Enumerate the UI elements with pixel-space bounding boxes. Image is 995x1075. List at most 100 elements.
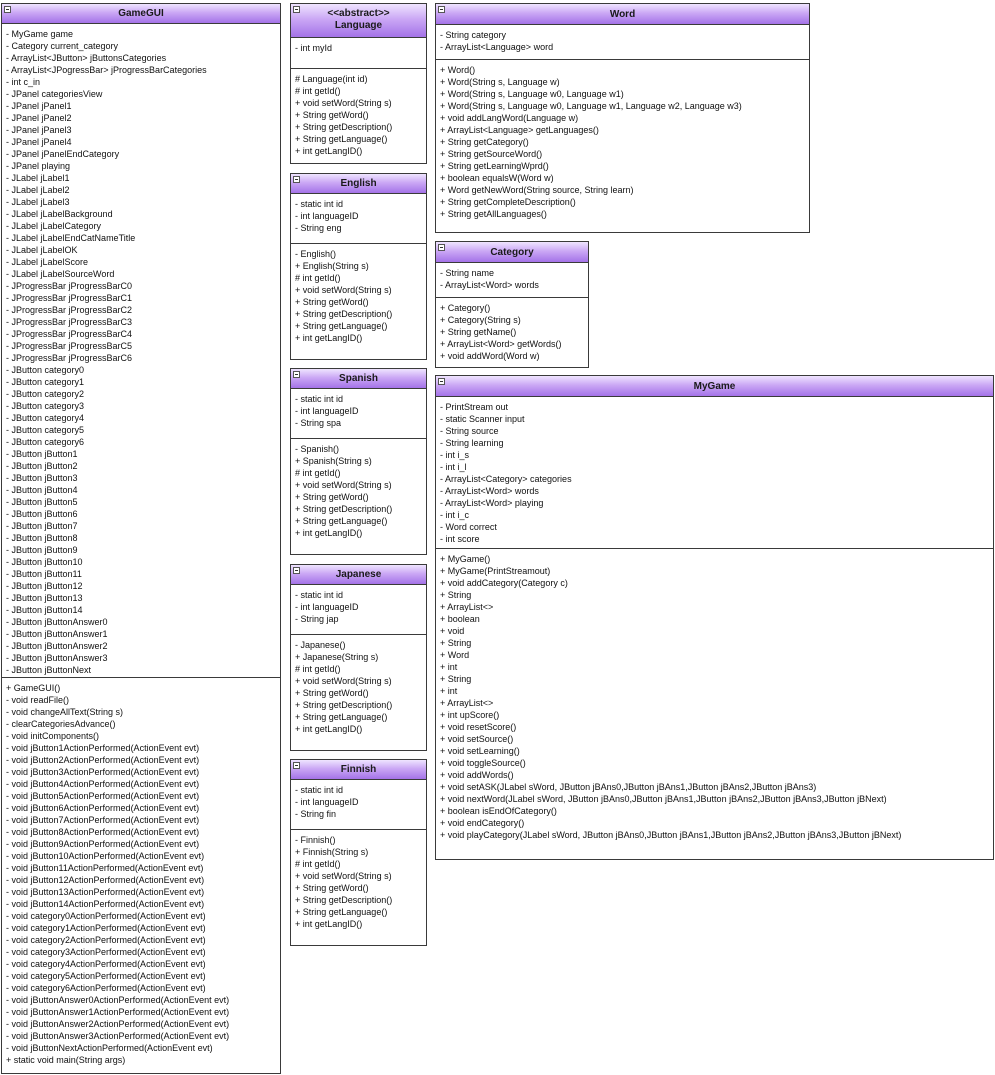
method-line: - void category3ActionPerformed(ActionEv… — [6, 947, 206, 957]
attribute-line: - String category — [440, 30, 507, 40]
attribute-line: - JPanel jPanel2 — [6, 113, 72, 123]
method-line: - void jButton5ActionPerformed(ActionEve… — [6, 791, 200, 801]
attribute-line: - ArrayList<JButton> jButtonsCategories — [6, 53, 167, 63]
attribute-line: - JPanel jPanel3 — [6, 125, 72, 135]
attributes-section: - static int id - int languageID - String … — [291, 780, 426, 830]
attribute-line: - PrintStream out — [440, 402, 509, 412]
attribute-line: - JLabel jLabel1 — [6, 173, 70, 183]
attribute-line: - static Scanner input — [440, 414, 525, 424]
attributes-section: - String name - ArrayList<Word> words — [436, 263, 588, 298]
method-line: + int getLangID() — [295, 919, 363, 929]
attribute-line: - ArrayList<Word> words — [440, 486, 539, 496]
collapse-icon[interactable] — [293, 6, 300, 13]
attribute-line: - Word correct — [440, 522, 497, 532]
method-line: - clearCategoriesAdvance() — [6, 719, 116, 729]
method-line: - Japanese() — [295, 640, 346, 650]
methods-section: - Finnish() + Finnish(String s) # int getI… — [291, 830, 426, 933]
class-header[interactable]: Spanish — [291, 369, 426, 389]
collapse-icon[interactable] — [438, 378, 445, 385]
method-line: + String getWord() — [295, 688, 369, 698]
method-line: # int getId() — [295, 273, 341, 283]
attribute-line: - int c_in — [6, 77, 41, 87]
attributes-section: - static int id - int languageID - String … — [291, 389, 426, 439]
class-header[interactable]: English — [291, 174, 426, 194]
class-gamegui[interactable]: GameGUI - MyGame game - Category current_… — [1, 3, 281, 1074]
class-japanese[interactable]: Japanese - static int id - int languageID… — [290, 564, 427, 751]
method-line: - Spanish() — [295, 444, 340, 454]
class-header[interactable]: Finnish — [291, 760, 426, 780]
method-line: + void nextWord(JLabel sWord, JButton jB… — [440, 794, 887, 804]
attribute-line: - int languageID — [295, 211, 359, 221]
class-header[interactable]: Category — [436, 242, 588, 263]
method-line: + ArrayList<Word> getWords() — [440, 339, 562, 349]
collapse-icon[interactable] — [438, 6, 445, 13]
attribute-line: - JPanel playing — [6, 161, 71, 171]
method-line: - void jButton4ActionPerformed(ActionEve… — [6, 779, 200, 789]
attribute-line: - JProgressBar jProgressBarC5 — [6, 341, 133, 351]
method-line: - Finnish() — [295, 835, 336, 845]
attribute-line: - static int id — [295, 199, 344, 209]
attribute-line: - JButton jButton8 — [6, 533, 78, 543]
method-line: - void jButtonAnswer0ActionPerformed(Act… — [6, 995, 230, 1005]
attribute-line: - static int id — [295, 394, 344, 404]
class-name: GameGUI — [118, 8, 164, 19]
method-line: + String getWord() — [295, 883, 369, 893]
method-line: + void addWord(Word w) — [440, 351, 540, 361]
method-line: + MyGame(PrintStreamout) — [440, 566, 551, 576]
methods-section: - Japanese() + Japanese(String s) # int ge… — [291, 635, 426, 738]
methods-section: + Category() + Category(String s) + String… — [436, 298, 588, 365]
collapse-icon[interactable] — [438, 244, 445, 251]
class-language[interactable]: <<abstract>> Language - int myId # Langu… — [290, 3, 427, 164]
method-line: + String getWord() — [295, 297, 369, 307]
attribute-line: - JButton jButton9 — [6, 545, 78, 555]
attribute-line: - JLabel jLabelEndCatNameTitle — [6, 233, 136, 243]
attribute-line: - JLabel jLabelBackground — [6, 209, 113, 219]
class-category[interactable]: Category - String name - ArrayList<Word> … — [435, 241, 589, 368]
method-line: + Word(String s, Language w0, Language w… — [440, 89, 624, 99]
method-line: + GameGUI() — [6, 683, 61, 693]
method-line: + void — [440, 626, 465, 636]
method-line: + boolean equalsW(Word w) — [440, 173, 554, 183]
class-header[interactable]: MyGame — [436, 376, 993, 397]
class-header[interactable]: Japanese — [291, 565, 426, 585]
class-spanish[interactable]: Spanish - static int id - int languageID -… — [290, 368, 427, 555]
attribute-line: - String eng — [295, 223, 342, 233]
class-header[interactable]: <<abstract>> Language — [291, 4, 426, 38]
method-line: + ArrayList<> — [440, 602, 494, 612]
method-line: + String getCategory() — [440, 137, 529, 147]
class-finnish[interactable]: Finnish - static int id - int languageID -… — [290, 759, 427, 946]
method-line: - void jButtonAnswer1ActionPerformed(Act… — [6, 1007, 230, 1017]
method-line: + void playCategory(JLabel sWord, JButto… — [440, 830, 902, 840]
class-word[interactable]: Word - String category - ArrayList<Langua… — [435, 3, 810, 233]
methods-section: + Word() + Word(String s, Language w) + Wo… — [436, 60, 809, 223]
collapse-icon[interactable] — [293, 371, 300, 378]
attribute-line: - JButton jButton5 — [6, 497, 78, 507]
method-line: + Japanese(String s) — [295, 652, 379, 662]
attribute-line: - JButton jButton12 — [6, 581, 83, 591]
attribute-line: - JProgressBar jProgressBarC2 — [6, 305, 133, 315]
attribute-line: - JButton category6 — [6, 437, 85, 447]
collapse-icon[interactable] — [293, 176, 300, 183]
method-line: - void changeAllText(String s) — [6, 707, 124, 717]
method-line: + int getLangID() — [295, 333, 363, 343]
class-name: MyGame — [693, 381, 736, 392]
class-mygame[interactable]: MyGame - PrintStream out - static Scanner… — [435, 375, 994, 860]
attribute-line: - JButton jButton1 — [6, 449, 78, 459]
attribute-line: - JButton jButton10 — [6, 557, 83, 567]
collapse-icon[interactable] — [293, 567, 300, 574]
collapse-icon[interactable] — [293, 762, 300, 769]
class-header[interactable]: GameGUI — [2, 4, 280, 24]
collapse-icon[interactable] — [4, 6, 11, 13]
attribute-line: - JButton jButton7 — [6, 521, 78, 531]
method-line: - void category6ActionPerformed(ActionEv… — [6, 983, 206, 993]
class-header[interactable]: Word — [436, 4, 809, 25]
class-english[interactable]: English - static int id - int languageID -… — [290, 173, 427, 360]
method-line: + int — [440, 686, 458, 696]
method-line: + Word(String s, Language w) — [440, 77, 560, 87]
method-line: - void jButtonAnswer2ActionPerformed(Act… — [6, 1019, 230, 1029]
attribute-line: - int languageID — [295, 406, 359, 416]
method-line: + String getDescription() — [295, 504, 393, 514]
method-line: + String getDescription() — [295, 122, 393, 132]
method-line: + String getLanguage() — [295, 321, 388, 331]
attribute-line: - JButton jButton13 — [6, 593, 83, 603]
